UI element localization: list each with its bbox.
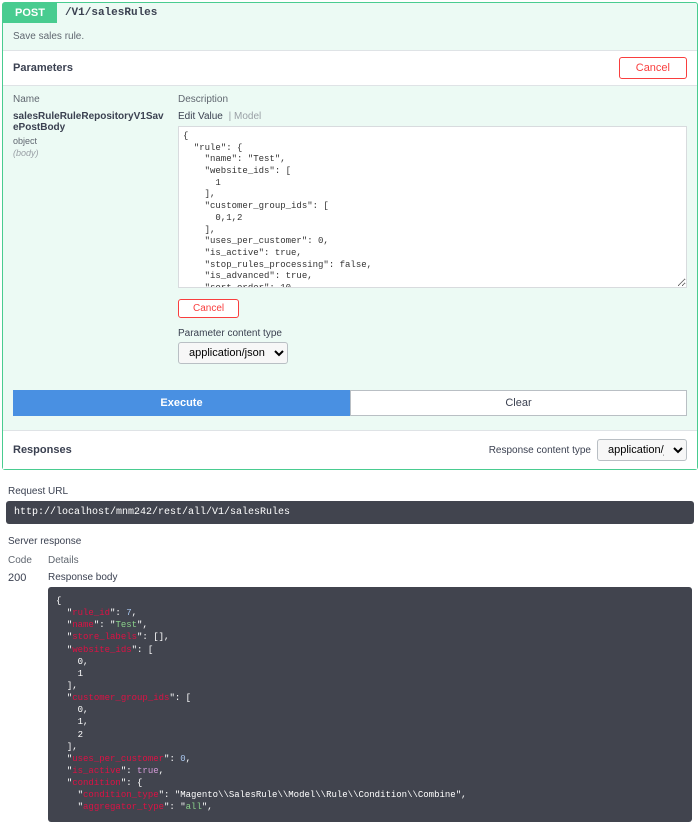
response-body-label: Response body — [48, 572, 692, 583]
execute-button[interactable]: Execute — [13, 390, 350, 416]
clear-button[interactable]: Clear — [350, 390, 687, 416]
col-header-code: Code — [8, 555, 38, 566]
param-content-type-label: Parameter content type — [178, 328, 687, 339]
model-tab[interactable]: Model — [234, 111, 261, 122]
parameters-heading: Parameters — [13, 62, 73, 74]
server-response-heading: Server response — [6, 532, 694, 551]
col-header-name: Name — [13, 94, 168, 105]
request-url-value: http://localhost/mnm242/rest/all/V1/sale… — [6, 501, 694, 524]
param-name: salesRuleRuleRepositoryV1SavePostBody — [13, 111, 168, 133]
endpoint-path: /V1/salesRules — [65, 7, 157, 19]
response-content-type-select[interactable]: application/json — [597, 439, 687, 461]
http-method-badge: POST — [3, 3, 57, 23]
operation-header[interactable]: POST /V1/salesRules — [3, 3, 697, 23]
edit-value-label: Edit Value — [178, 111, 223, 122]
parameters-bar: Parameters Cancel — [3, 50, 697, 86]
param-type: object — [13, 136, 168, 146]
response-status-code: 200 — [8, 572, 38, 822]
operation-summary: Save sales rule. — [3, 23, 697, 50]
responses-heading: Responses — [13, 444, 72, 456]
request-body-textarea[interactable] — [178, 126, 687, 288]
col-header-details: Details — [48, 555, 79, 566]
param-in: (body) — [13, 148, 168, 158]
cancel-body-button[interactable]: Cancel — [178, 299, 239, 318]
col-header-description: Description — [178, 94, 228, 105]
response-body-pre: { "rule_id": 7, "name": "Test", "store_l… — [48, 587, 692, 822]
cancel-tryout-button[interactable]: Cancel — [619, 57, 687, 79]
request-url-heading: Request URL — [6, 482, 694, 501]
response-content-type-label: Response content type — [489, 445, 591, 456]
param-content-type-select[interactable]: application/json — [178, 342, 288, 364]
